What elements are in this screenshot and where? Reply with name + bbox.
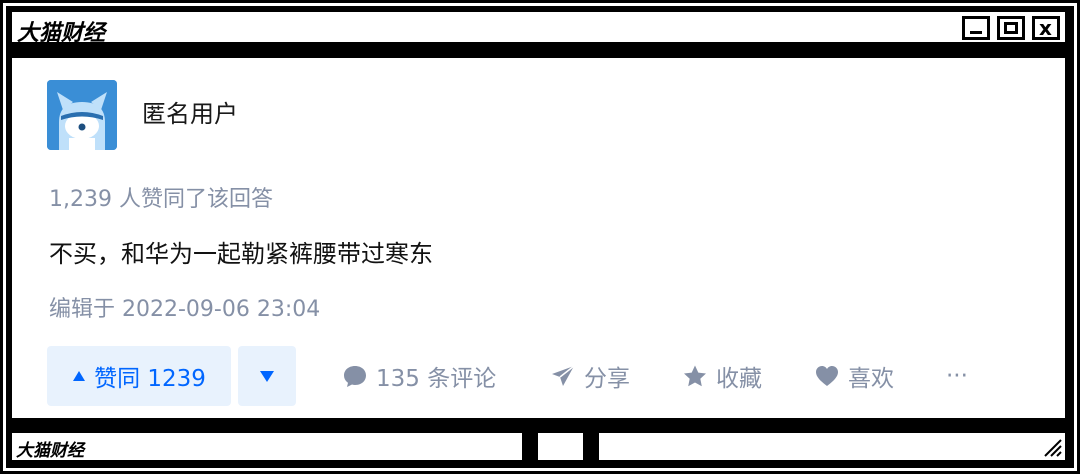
collect-button[interactable]: 收藏 xyxy=(682,346,762,406)
status-bar-label-panel: 大猫财经 xyxy=(9,430,525,463)
window-title: 大猫财经 xyxy=(17,21,106,46)
like-label: 喜欢 xyxy=(848,366,894,392)
close-button[interactable]: x xyxy=(1032,16,1060,40)
status-bar-label: 大猫财经 xyxy=(16,441,84,461)
avatar[interactable] xyxy=(47,80,117,150)
comment-bubble-icon xyxy=(344,366,366,387)
status-bar-panel-small xyxy=(535,430,586,463)
heart-icon xyxy=(816,366,838,386)
more-icon: ··· xyxy=(946,363,968,389)
share-label: 分享 xyxy=(584,366,630,392)
upvote-button[interactable]: 赞同 1239 xyxy=(47,346,231,406)
share-paper-plane-icon xyxy=(552,365,575,386)
comments-button[interactable]: 135 条评论 xyxy=(342,346,496,406)
edited-timestamp[interactable]: 编辑于 2022-09-06 23:04 xyxy=(49,291,320,323)
downvote-button[interactable] xyxy=(238,346,296,406)
close-icon: x xyxy=(1039,16,1052,40)
comments-label: 135 条评论 xyxy=(376,366,497,392)
upvote-label: 赞同 1239 xyxy=(94,366,206,392)
answer-text: 不买，和华为一起勒紧裤腰带过寒东 xyxy=(49,240,433,268)
answer-card: 匿名用户 1,239 人赞同了该回答 不买，和华为一起勒紧裤腰带过寒东 编辑于 … xyxy=(9,55,1068,421)
author-name[interactable]: 匿名用户 xyxy=(142,94,238,129)
title-bar: 大猫财经 x xyxy=(9,9,1068,46)
window-frame: 大猫财经 x 匿名用户 1,239 人赞同了该回答 不买，和华为一起勒紧裤腰带过… xyxy=(0,0,1080,474)
star-icon xyxy=(684,365,706,387)
minimize-button[interactable] xyxy=(962,16,990,40)
collect-label: 收藏 xyxy=(716,366,762,392)
more-button[interactable]: ··· xyxy=(946,346,968,406)
triangle-up-icon xyxy=(73,371,86,381)
anonymous-avatar-icon xyxy=(47,80,117,150)
share-button[interactable]: 分享 xyxy=(550,346,630,406)
maximize-button[interactable] xyxy=(997,16,1025,40)
upvote-count-text[interactable]: 1,239 人赞同了该回答 xyxy=(49,181,273,213)
like-button[interactable]: 喜欢 xyxy=(814,346,894,406)
status-bar-panel-wide xyxy=(596,430,1068,463)
triangle-down-icon xyxy=(260,370,274,382)
resize-grip-icon[interactable] xyxy=(1039,434,1063,458)
